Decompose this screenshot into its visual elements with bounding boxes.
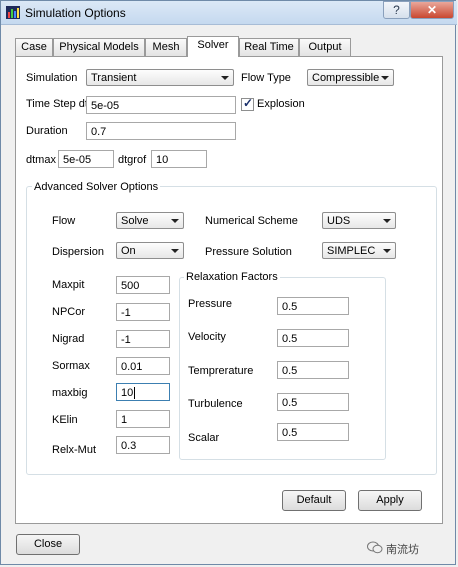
dispersion-value: On bbox=[121, 245, 136, 257]
relaxation-factors-title: Relaxation Factors bbox=[184, 271, 280, 283]
pressure-solution-dropdown[interactable]: SIMPLEC bbox=[322, 242, 396, 259]
maxbig-input[interactable]: 10 bbox=[116, 383, 170, 401]
numerical-scheme-label: Numerical Scheme bbox=[205, 215, 298, 227]
dtmax-value: 5e-05 bbox=[63, 154, 92, 166]
sormax-input[interactable]: 0.01 bbox=[116, 357, 170, 375]
nigrad-value: -1 bbox=[121, 334, 131, 346]
dispersion-label: Dispersion bbox=[52, 246, 104, 258]
scalar-value: 0.5 bbox=[282, 427, 298, 439]
pressure-input[interactable]: 0.5 bbox=[277, 297, 349, 315]
sormax-value: 0.01 bbox=[121, 361, 143, 373]
sormax-label: Sormax bbox=[52, 360, 90, 372]
window-title: Simulation Options bbox=[25, 6, 126, 20]
kelin-value: 1 bbox=[121, 414, 128, 426]
checkmark-icon: ✓ bbox=[243, 96, 254, 110]
chevron-down-icon bbox=[383, 249, 391, 253]
npcor-value: -1 bbox=[121, 307, 131, 319]
turbulence-label: Turbulence bbox=[188, 398, 243, 410]
relx-mut-value: 0.3 bbox=[121, 440, 137, 452]
numerical-scheme-dropdown[interactable]: UDS bbox=[322, 212, 396, 229]
simulation-dropdown[interactable]: Transient bbox=[86, 69, 234, 86]
pressure-solution-value: SIMPLEC bbox=[327, 245, 376, 257]
velocity-input[interactable]: 0.5 bbox=[277, 329, 349, 347]
flow-value: Solve bbox=[121, 215, 149, 227]
maxbig-label: maxbig bbox=[52, 387, 88, 399]
scalar-input[interactable]: 0.5 bbox=[277, 423, 349, 441]
help-button[interactable]: ? bbox=[383, 1, 410, 19]
chevron-down-icon bbox=[221, 76, 229, 80]
relx-mut-label: Relx-Mut bbox=[52, 444, 97, 456]
explosion-checkbox[interactable]: ✓ bbox=[241, 96, 254, 111]
tab-solver[interactable]: Solver bbox=[187, 36, 239, 57]
flow-dropdown[interactable]: Solve bbox=[116, 212, 184, 229]
tab-real-time[interactable]: Real Time bbox=[239, 38, 299, 56]
time-step-label: Time Step dt bbox=[26, 98, 88, 110]
duration-value: 0.7 bbox=[91, 126, 107, 138]
explosion-label: Explosion bbox=[257, 98, 305, 110]
dispersion-dropdown[interactable]: On bbox=[116, 242, 184, 259]
wechat-icon bbox=[367, 541, 383, 554]
flow-type-label: Flow Type bbox=[241, 72, 291, 84]
npcor-label: NPCor bbox=[52, 306, 86, 318]
text-caret bbox=[134, 387, 135, 399]
advanced-solver-options-title: Advanced Solver Options bbox=[32, 181, 161, 193]
maxpit-value: 500 bbox=[121, 280, 140, 292]
kelin-label: KElin bbox=[52, 414, 78, 426]
dtmax-input[interactable]: 5e-05 bbox=[58, 150, 114, 168]
flow-type-dropdown[interactable]: Compressible bbox=[307, 69, 394, 86]
scalar-label: Scalar bbox=[188, 432, 220, 444]
turbulence-value: 0.5 bbox=[282, 397, 298, 409]
dtgrof-label: dtgrof bbox=[118, 154, 147, 166]
apply-button[interactable]: Apply bbox=[358, 490, 422, 511]
duration-label: Duration bbox=[26, 125, 68, 137]
simulation-options-window: Simulation Options ? ✕ Case Physical Mod… bbox=[0, 0, 457, 565]
chevron-down-icon bbox=[381, 76, 389, 80]
tab-physical-models[interactable]: Physical Models bbox=[53, 38, 145, 56]
simulation-label: Simulation bbox=[26, 72, 78, 84]
watermark-text: 南流坊 bbox=[386, 544, 419, 556]
app-icon bbox=[6, 6, 20, 19]
dtmax-label: dtmax bbox=[26, 154, 56, 166]
title-bar: Simulation Options ? ✕ bbox=[1, 1, 457, 25]
tab-mesh[interactable]: Mesh bbox=[145, 38, 187, 56]
simulation-value: Transient bbox=[91, 72, 137, 84]
dtgrof-value: 10 bbox=[156, 154, 169, 166]
maxbig-value: 10 bbox=[121, 387, 134, 399]
time-step-input[interactable]: 5e-05 bbox=[86, 96, 236, 114]
chevron-down-icon bbox=[383, 219, 391, 223]
pressure-value: 0.5 bbox=[282, 301, 298, 313]
chevron-down-icon bbox=[171, 249, 179, 253]
tab-case[interactable]: Case bbox=[15, 38, 53, 56]
npcor-input[interactable]: -1 bbox=[116, 303, 170, 321]
relx-mut-input[interactable]: 0.3 bbox=[116, 436, 170, 454]
pressure-label: Pressure bbox=[188, 298, 233, 310]
dtgrof-input[interactable]: 10 bbox=[151, 150, 207, 168]
kelin-input[interactable]: 1 bbox=[116, 410, 170, 428]
close-window-button[interactable]: ✕ bbox=[410, 1, 454, 19]
maxpit-input[interactable]: 500 bbox=[116, 276, 170, 294]
chevron-down-icon bbox=[171, 219, 179, 223]
duration-input[interactable]: 0.7 bbox=[86, 122, 236, 140]
pressure-solution-label: Pressure Solution bbox=[205, 246, 292, 258]
default-button[interactable]: Default bbox=[282, 490, 346, 511]
temperature-label: Tempreraturе bbox=[188, 365, 254, 377]
numerical-scheme-value: UDS bbox=[327, 215, 351, 227]
velocity-value: 0.5 bbox=[282, 333, 298, 345]
turbulence-input[interactable]: 0.5 bbox=[277, 393, 349, 411]
flow-label: Flow bbox=[52, 215, 76, 227]
time-step-value: 5e-05 bbox=[91, 100, 120, 112]
maxpit-label: Maxpit bbox=[52, 279, 85, 291]
tab-output[interactable]: Output bbox=[299, 38, 351, 56]
flow-type-value: Compressible bbox=[312, 72, 380, 84]
nigrad-label: Nigrad bbox=[52, 333, 85, 345]
temperature-input[interactable]: 0.5 bbox=[277, 361, 349, 379]
nigrad-input[interactable]: -1 bbox=[116, 330, 170, 348]
velocity-label: Velocity bbox=[188, 331, 226, 343]
temperature-value: 0.5 bbox=[282, 365, 298, 377]
close-button[interactable]: Close bbox=[16, 534, 80, 555]
solver-panel: Simulation Transient Flow Type Compressi… bbox=[15, 56, 443, 524]
